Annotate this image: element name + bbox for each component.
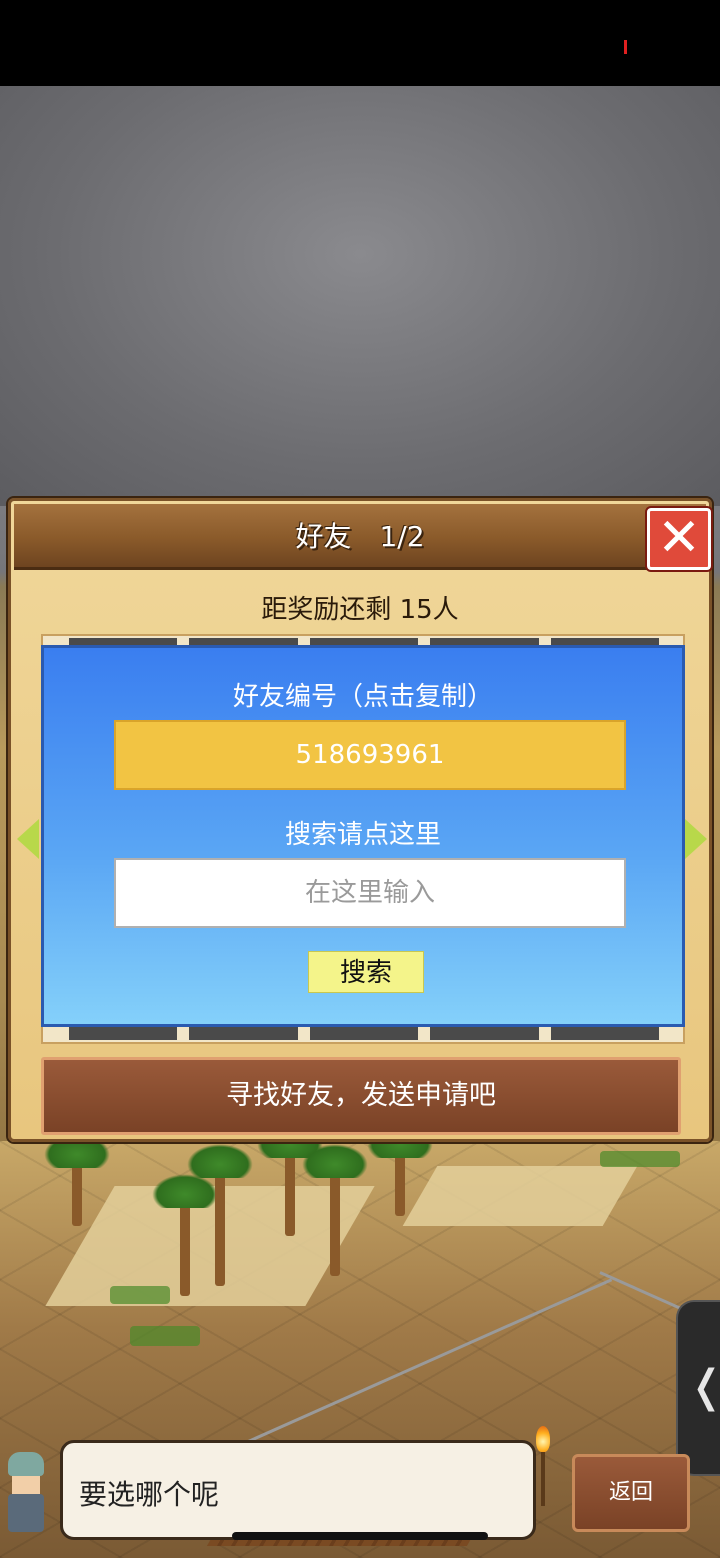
search-label: 搜索请点这里	[284, 820, 441, 850]
friends-dialog: 好友 1/2 ✕ 距奖励还剩 15人 好友编号（点击复制） 518693961 …	[8, 498, 712, 1142]
recording-indicator-icon	[624, 40, 627, 54]
grass-patch	[130, 1326, 200, 1346]
npc-hair	[8, 1452, 44, 1476]
palm-tree	[44, 1134, 110, 1226]
palm-tree	[152, 1174, 218, 1296]
search-button[interactable]: 搜索	[308, 951, 424, 993]
torch	[533, 1426, 553, 1506]
status-bar	[0, 0, 720, 86]
friend-slot[interactable]	[189, 1026, 298, 1040]
palm-tree	[187, 1144, 253, 1286]
friend-id-label: 好友编号（点击复制）	[232, 682, 493, 712]
friend-slot[interactable]	[430, 1026, 539, 1040]
arrow-left-icon[interactable]	[17, 819, 39, 859]
reward-remaining-text: 距奖励还剩 15人	[261, 595, 459, 625]
npc-avatar	[2, 1452, 50, 1536]
palm-tree	[257, 1124, 323, 1236]
find-friends-banner[interactable]: 寻找好友，发送申请吧	[41, 1057, 681, 1135]
friend-slot[interactable]	[69, 1026, 178, 1040]
close-button[interactable]: ✕	[647, 508, 711, 570]
dialog-header: 好友 1/2 ✕	[14, 504, 711, 570]
friend-slot[interactable]	[309, 1026, 419, 1040]
palm-tree	[302, 1144, 368, 1276]
home-indicator[interactable]	[232, 1532, 488, 1540]
palm-tree	[367, 1124, 433, 1216]
torch-pole	[541, 1452, 545, 1506]
friend-id-copy-button[interactable]: 518693961	[114, 720, 626, 790]
fog-of-war	[0, 86, 720, 506]
torch-flame-icon	[536, 1426, 550, 1452]
chevron-left-icon: ❬	[688, 1362, 720, 1412]
arrow-right-icon[interactable]	[685, 819, 707, 859]
grass-patch	[110, 1286, 170, 1304]
friend-slot[interactable]	[550, 1026, 660, 1040]
npc-face	[12, 1476, 40, 1494]
friend-search-panel: 好友编号（点击复制） 518693961 搜索请点这里 搜索	[41, 645, 685, 1027]
back-button[interactable]: 返回	[572, 1454, 690, 1532]
grass-patch	[600, 1151, 680, 1167]
sand-patch	[402, 1166, 638, 1226]
close-x-icon: ✕	[657, 508, 701, 568]
npc-message: 要选哪个呢	[79, 1478, 220, 1511]
npc-speech-bubble: 要选哪个呢	[60, 1440, 536, 1540]
dialog-title: 好友 1/2	[295, 520, 425, 553]
friend-slots-bottom	[69, 1026, 660, 1040]
side-drawer-handle[interactable]: ❬	[676, 1300, 720, 1476]
friend-search-input[interactable]	[114, 858, 626, 928]
npc-body	[8, 1494, 44, 1532]
